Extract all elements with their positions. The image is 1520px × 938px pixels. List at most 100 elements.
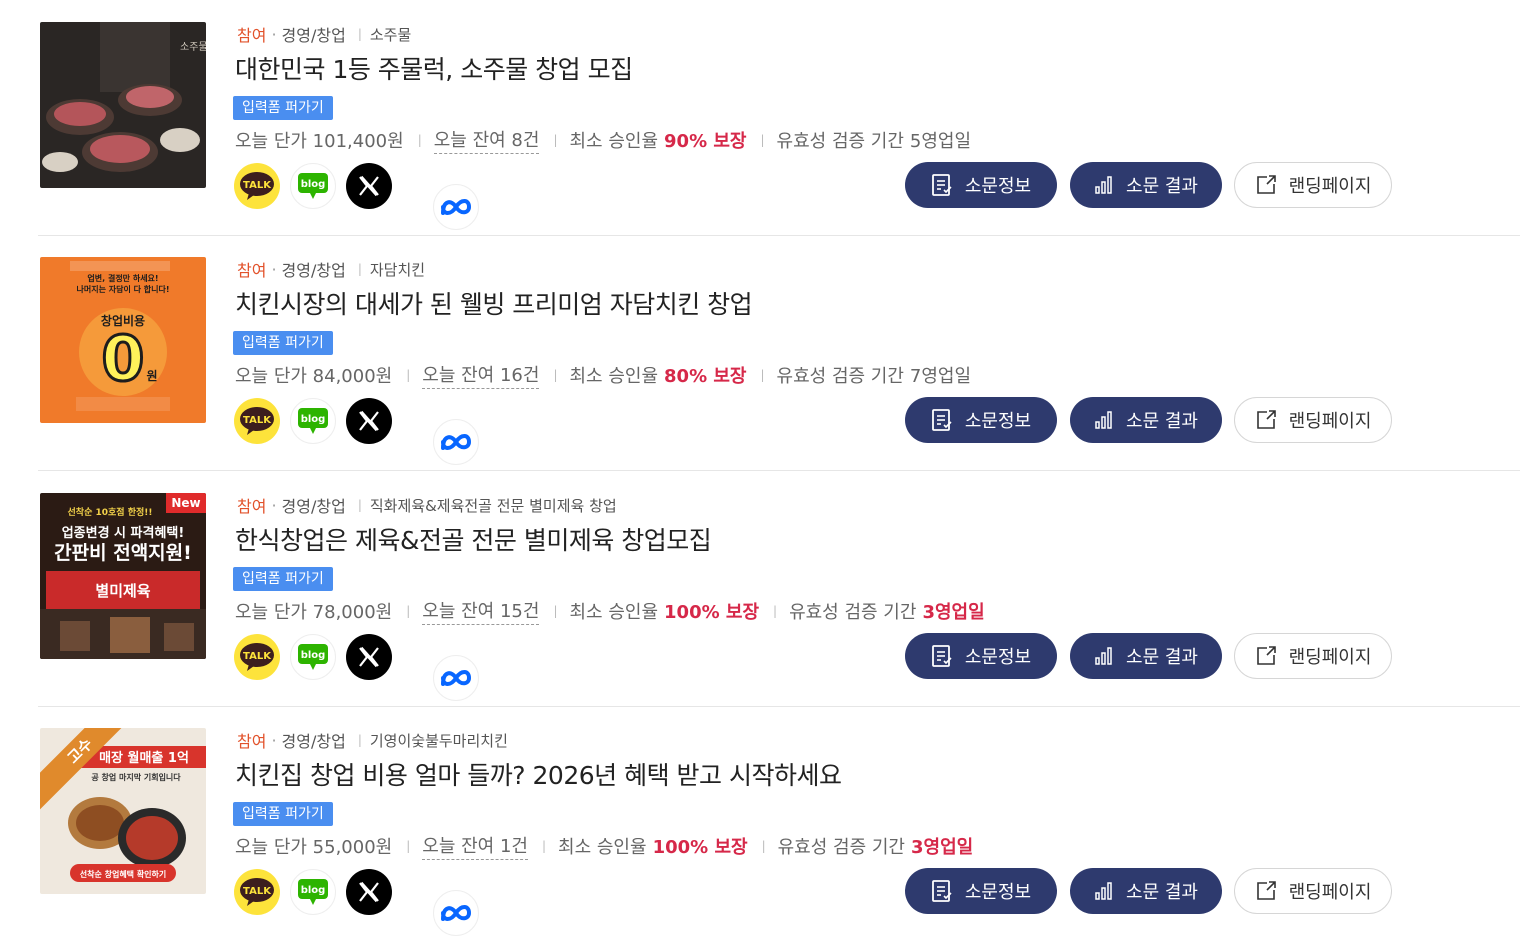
x-twitter-icon[interactable] — [346, 163, 392, 209]
campaign-meta: 참여 · 경영/창업 | 자담치킨 — [237, 257, 425, 281]
campaign-list: 소주물 참여 · 경영/창업 | 소주물 대한민국 1등 주물럭, 소주물 창업… — [0, 0, 1520, 938]
campaign-info-button[interactable]: 소문정보 — [905, 397, 1057, 443]
thumb-text: 소주물 — [180, 41, 206, 53]
meta-divider: | — [357, 27, 362, 41]
stat-divider: | — [553, 604, 558, 618]
campaign-info-button[interactable]: 소문정보 — [905, 868, 1057, 914]
thumbnail-image: New 선착순 10호점 한정!! 업종변경 시 파격혜택! 간판비 전액지원!… — [40, 493, 206, 659]
campaign-row: 업변, 결정만 하세요! 나머지는 자담이 다 합니다! 창업비용 0 원 참여… — [38, 235, 1520, 471]
embed-form-tag[interactable]: 입력폼 퍼가기 — [233, 567, 333, 591]
category-label: 경영/창업 — [281, 261, 346, 280]
naver-blog-icon[interactable]: blog — [290, 398, 336, 444]
campaign-row: New 선착순 10호점 한정!! 업종변경 시 파격혜택! 간판비 전액지원!… — [38, 471, 1520, 707]
unit-price: 오늘 단가 101,400원 — [235, 131, 404, 152]
kakao-label: TALK — [243, 180, 272, 191]
campaign-stats: 오늘 단가 84,000원 | 오늘 잔여 16건 | 최소 승인율 80% 보… — [235, 360, 971, 390]
campaign-result-button[interactable]: 소문 결과 — [1070, 397, 1222, 443]
external-link-icon — [1255, 409, 1277, 431]
kakao-talk-icon[interactable]: TALK — [234, 634, 280, 680]
approval-rate: 100% 보장 — [652, 837, 748, 858]
thumb-line: 간판비 전액지원! — [54, 542, 192, 564]
campaign-result-button[interactable]: 소문 결과 — [1070, 162, 1222, 208]
blog-label: blog — [301, 885, 326, 896]
external-link-icon — [1255, 880, 1277, 902]
validity-period: 3영업일 — [922, 602, 985, 623]
landing-button-label: 랜딩페이지 — [1288, 411, 1372, 432]
status-label: 참여 — [237, 497, 267, 516]
naver-blog-icon[interactable]: blog — [290, 869, 336, 915]
campaign-result-button[interactable]: 소문 결과 — [1070, 868, 1222, 914]
campaign-meta: 참여 · 경영/창업 | 기영이숯불두마리치킨 — [237, 728, 508, 752]
approval-prefix: 최소 승인율 — [569, 366, 659, 387]
naver-blog-icon[interactable]: blog — [290, 634, 336, 680]
thumb-line: 별미제육 — [95, 582, 150, 600]
campaign-title[interactable]: 치킨시장의 대세가 된 웰빙 프리미엄 자담치킨 창업 — [235, 285, 753, 321]
category-label: 경영/창업 — [281, 497, 346, 516]
kakao-talk-icon[interactable]: TALK — [234, 398, 280, 444]
share-icons: TALK blog — [234, 633, 479, 701]
stat-divider: | — [553, 368, 558, 382]
meta-dot: · — [271, 259, 277, 279]
embed-form-tag[interactable]: 입력폼 퍼가기 — [233, 802, 333, 826]
validity-prefix: 유효성 검증 기간 — [776, 366, 904, 387]
thumb-line: 0 — [101, 322, 144, 395]
meta-divider: | — [357, 498, 362, 512]
naver-blog-icon[interactable]: blog — [290, 163, 336, 209]
stat-divider: | — [406, 839, 411, 853]
stat-divider: | — [760, 133, 765, 147]
unit-price: 오늘 단가 78,000원 — [235, 602, 393, 623]
campaign-result-button[interactable]: 소문 결과 — [1070, 633, 1222, 679]
meta-dot: · — [271, 730, 277, 750]
campaign-info-button[interactable]: 소문정보 — [905, 633, 1057, 679]
campaign-title[interactable]: 대한민국 1등 주물럭, 소주물 창업 모집 — [235, 50, 633, 86]
x-twitter-icon[interactable] — [346, 869, 392, 915]
kakao-talk-icon[interactable]: TALK — [234, 163, 280, 209]
campaign-thumbnail[interactable]: New 선착순 10호점 한정!! 업종변경 시 파격혜택! 간판비 전액지원!… — [40, 493, 206, 659]
landing-page-button[interactable]: 랜딩페이지 — [1234, 397, 1392, 443]
campaign-thumbnail[interactable]: 매장 월매출 1억 공 창업 마지막 기회입니다 선착순 창업혜택 확인하기 고… — [40, 728, 206, 894]
campaign-stats: 오늘 단가 55,000원 | 오늘 잔여 1건 | 최소 승인율 100% 보… — [235, 831, 973, 861]
brand-label: 소주물 — [369, 25, 412, 44]
x-twitter-icon[interactable] — [346, 398, 392, 444]
blog-label: blog — [301, 414, 326, 425]
landing-page-button[interactable]: 랜딩페이지 — [1234, 633, 1392, 679]
landing-page-button[interactable]: 랜딩페이지 — [1234, 162, 1392, 208]
meta-icon[interactable] — [433, 655, 479, 701]
campaign-info-button[interactable]: 소문정보 — [905, 162, 1057, 208]
meta-icon[interactable] — [433, 419, 479, 465]
thumb-line: 업종변경 시 파격혜택! — [62, 525, 185, 541]
campaign-row: 소주물 참여 · 경영/창업 | 소주물 대한민국 1등 주물럭, 소주물 창업… — [38, 0, 1520, 236]
campaign-stats: 오늘 단가 101,400원 | 오늘 잔여 8건 | 최소 승인율 90% 보… — [235, 125, 971, 155]
meta-icon[interactable] — [433, 184, 479, 230]
share-icons: TALK blog — [234, 162, 479, 230]
brand-label: 직화제육&제육전골 전문 별미제육 창업 — [369, 496, 617, 515]
thumb-line: 업변, 결정만 하세요! — [87, 273, 158, 283]
result-button-label: 소문 결과 — [1126, 647, 1198, 668]
campaign-thumbnail[interactable]: 소주물 — [40, 22, 206, 188]
meta-icon[interactable] — [433, 890, 479, 936]
approval-rate: 100% 보장 — [664, 602, 760, 623]
campaign-meta: 참여 · 경영/창업 | 직화제육&제육전골 전문 별미제육 창업 — [237, 493, 617, 517]
campaign-thumbnail[interactable]: 업변, 결정만 하세요! 나머지는 자담이 다 합니다! 창업비용 0 원 — [40, 257, 206, 423]
thumb-line: 매장 월매출 1억 — [99, 750, 189, 766]
status-label: 참여 — [237, 261, 267, 280]
brand-label: 기영이숯불두마리치킨 — [369, 731, 508, 750]
meta-divider: | — [357, 262, 362, 276]
validity-period: 5영업일 — [909, 131, 972, 152]
embed-form-tag[interactable]: 입력폼 퍼가기 — [233, 96, 333, 120]
x-twitter-icon[interactable] — [346, 634, 392, 680]
stat-divider: | — [760, 368, 765, 382]
remaining-count: 오늘 잔여 15건 — [422, 597, 540, 625]
campaign-title[interactable]: 한식창업은 제육&전골 전문 별미제육 창업모집 — [235, 521, 712, 557]
blog-label: blog — [301, 650, 326, 661]
campaign-title[interactable]: 치킨집 창업 비용 얼마 들까? 2026년 혜택 받고 시작하세요 — [235, 756, 842, 792]
landing-button-label: 랜딩페이지 — [1288, 176, 1372, 197]
validity-period: 3영업일 — [910, 837, 974, 858]
landing-page-button[interactable]: 랜딩페이지 — [1234, 868, 1392, 914]
result-button-label: 소문 결과 — [1126, 411, 1198, 432]
info-button-label: 소문정보 — [964, 176, 1032, 197]
embed-form-tag[interactable]: 입력폼 퍼가기 — [233, 331, 333, 355]
unit-price: 오늘 단가 55,000원 — [235, 837, 393, 858]
kakao-talk-icon[interactable]: TALK — [234, 869, 280, 915]
document-icon — [931, 879, 953, 903]
